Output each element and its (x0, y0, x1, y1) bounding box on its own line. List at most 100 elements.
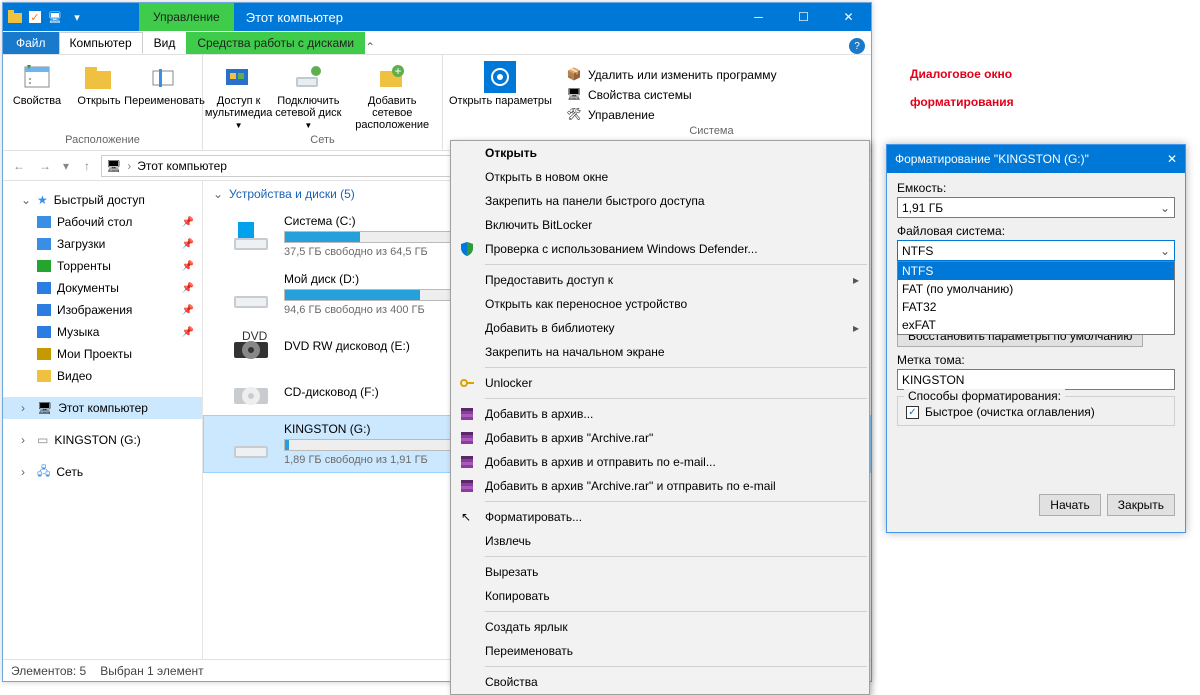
format-options-group: Способы форматирования: ✓Быстрое (очистк… (897, 396, 1175, 426)
drive-icon (232, 278, 272, 310)
capacity-label: Емкость: (897, 181, 1175, 195)
address-text: Этот компьютер (137, 159, 227, 173)
menu-item[interactable]: Форматировать...↖ (451, 505, 869, 529)
tab-file[interactable]: Файл (3, 32, 59, 54)
filesystem-option[interactable]: exFAT (898, 316, 1174, 334)
qat-dropdown-icon[interactable]: ▾ (69, 9, 85, 25)
menu-item[interactable]: Включить BitLocker (451, 213, 869, 237)
properties-button[interactable]: Свойства (9, 61, 65, 107)
sidebar-network[interactable]: ›🖧Сеть (3, 461, 202, 483)
ribbon-collapse-icon[interactable]: ⌃ (365, 40, 375, 54)
maximize-button[interactable]: ☐ (781, 3, 826, 31)
forward-button[interactable]: → (33, 154, 57, 178)
svg-text:+: + (395, 64, 402, 78)
menu-item[interactable]: Проверка с использованием Windows Defend… (451, 237, 869, 261)
close-dialog-button[interactable]: Закрыть (1107, 494, 1175, 516)
drive-icon (232, 428, 272, 460)
minimize-button[interactable]: ─ (736, 3, 781, 31)
sidebar-item[interactable]: Мои Проекты (3, 343, 202, 365)
volume-input[interactable] (897, 369, 1175, 390)
menu-item[interactable]: Открыть как переносное устройство (451, 292, 869, 316)
cursor-icon: ↖ (461, 510, 471, 524)
dialog-close-button[interactable]: ✕ (1167, 152, 1177, 166)
close-button[interactable]: ✕ (826, 3, 871, 31)
rename-button[interactable]: Переименовать (133, 61, 196, 107)
sidebar-item[interactable]: Торренты📌 (3, 255, 202, 277)
help-icon[interactable]: ? (849, 38, 865, 54)
filesystem-option[interactable]: FAT (по умолчанию) (898, 280, 1174, 298)
chevron-right-icon[interactable]: › (127, 159, 131, 173)
sidebar-item[interactable]: Рабочий стол📌 (3, 211, 202, 233)
open-settings-button[interactable]: Открыть параметры (449, 61, 552, 107)
sidebar-item[interactable]: Загрузки📌 (3, 233, 202, 255)
filesystem-field: Файловая система: NTFS⌄ NTFSFAT (по умол… (897, 224, 1175, 261)
title-bar[interactable]: ✓ 🖥 ▾ Управление Этот компьютер ─ ☐ ✕ (3, 3, 871, 31)
nav-sidebar: ⌄★Быстрый доступ Рабочий стол📌Загрузки📌Т… (3, 181, 203, 659)
sidebar-item[interactable]: Изображения📌 (3, 299, 202, 321)
sidebar-this-pc[interactable]: ›🖥Этот компьютер (3, 397, 202, 419)
filesystem-combo[interactable]: NTFS⌄ NTFSFAT (по умолчанию)FAT32exFAT (897, 240, 1175, 261)
start-button[interactable]: Начать (1039, 494, 1101, 516)
menu-item[interactable]: Добавить в библиотеку▸ (451, 316, 869, 340)
ribbon-group-location: Свойства Открыть Переименовать Расположе… (3, 55, 203, 150)
drive-icon (232, 376, 272, 408)
tab-drive-tools[interactable]: Средства работы с дисками (186, 32, 365, 54)
sidebar-item[interactable]: Музыка📌 (3, 321, 202, 343)
tab-computer[interactable]: Компьютер (59, 32, 143, 54)
up-button[interactable]: ↑ (75, 154, 99, 178)
menu-item[interactable]: Добавить в архив "Archive.rar" (451, 426, 869, 450)
sidebar-item[interactable]: Документы📌 (3, 277, 202, 299)
checkbox-icon: ✓ (906, 406, 919, 419)
menu-item[interactable]: Создать ярлык (451, 615, 869, 639)
uninstall-programs-link[interactable]: 📦Удалить или изменить программу (566, 65, 857, 85)
group-label-location: Расположение (9, 132, 196, 148)
open-button[interactable]: Открыть (71, 61, 127, 107)
rar-icon (459, 406, 475, 422)
drive-icon (232, 220, 272, 252)
format-dialog: Форматирование "KINGSTON (G:)" ✕ Емкость… (886, 144, 1186, 533)
context-tab-label: Управление (139, 3, 234, 31)
checkbox-icon[interactable]: ✓ (29, 11, 41, 23)
menu-item[interactable]: Предоставить доступ к▸ (451, 268, 869, 292)
sidebar-kingston[interactable]: ›▭KINGSTON (G:) (3, 429, 202, 451)
chevron-down-icon: ⌄ (1160, 201, 1170, 215)
menu-item[interactable]: Переименовать (451, 639, 869, 663)
media-access-button[interactable]: Доступ к мультимедиа▼ (209, 61, 268, 130)
menu-item[interactable]: Свойства (451, 670, 869, 694)
menu-item[interactable]: Открыть (451, 141, 869, 165)
rar-icon (459, 430, 475, 446)
sidebar-item[interactable]: Видео (3, 365, 202, 387)
group-label-system: Система (566, 125, 857, 137)
menu-item[interactable]: Копировать (451, 584, 869, 608)
tab-view[interactable]: Вид (143, 32, 187, 54)
pc-icon: 🖥 (106, 159, 121, 173)
menu-item[interactable]: Открыть в новом окне (451, 165, 869, 189)
filesystem-option[interactable]: NTFS (898, 262, 1174, 280)
menu-item[interactable]: Извлечь (451, 529, 869, 553)
menu-item[interactable]: Вырезать (451, 560, 869, 584)
filesystem-option[interactable]: FAT32 (898, 298, 1174, 316)
menu-item[interactable]: Unlocker (451, 371, 869, 395)
menu-item[interactable]: Закрепить на панели быстрого доступа (451, 189, 869, 213)
menu-item[interactable]: Добавить в архив и отправить по e-mail..… (451, 450, 869, 474)
filesystem-dropdown: NTFSFAT (по умолчанию)FAT32exFAT (897, 261, 1175, 335)
sidebar-quick-access[interactable]: ⌄★Быстрый доступ (3, 189, 202, 211)
system-properties-link[interactable]: 🖥Свойства системы (566, 85, 857, 105)
ribbon-tabs: Файл Компьютер Вид Средства работы с дис… (3, 31, 871, 55)
rar-icon (459, 478, 475, 494)
back-button[interactable]: ← (7, 154, 31, 178)
rar-icon (459, 454, 475, 470)
menu-item[interactable]: Закрепить на начальном экране (451, 340, 869, 364)
menu-item[interactable]: Добавить в архив "Archive.rar" и отправи… (451, 474, 869, 498)
capacity-combo[interactable]: 1,91 ГБ⌄ (897, 197, 1175, 218)
menu-item[interactable]: Добавить в архив... (451, 402, 869, 426)
system-panel: 📦Удалить или изменить программу 🖥Свойств… (558, 61, 865, 141)
manage-link[interactable]: 🛠Управление (566, 105, 857, 125)
drive-icon-small: 🖥 (47, 9, 63, 25)
add-location-button[interactable]: +Добавить сетевое расположение (348, 61, 436, 131)
quick-format-checkbox[interactable]: ✓Быстрое (очистка оглавления) (906, 405, 1166, 419)
map-drive-button[interactable]: Подключить сетевой диск▼ (274, 61, 342, 130)
dialog-title-bar[interactable]: Форматирование "KINGSTON (G:)" ✕ (887, 145, 1185, 173)
drive-icon: DVD (232, 330, 272, 362)
history-dropdown-icon[interactable]: ▾ (59, 154, 73, 178)
